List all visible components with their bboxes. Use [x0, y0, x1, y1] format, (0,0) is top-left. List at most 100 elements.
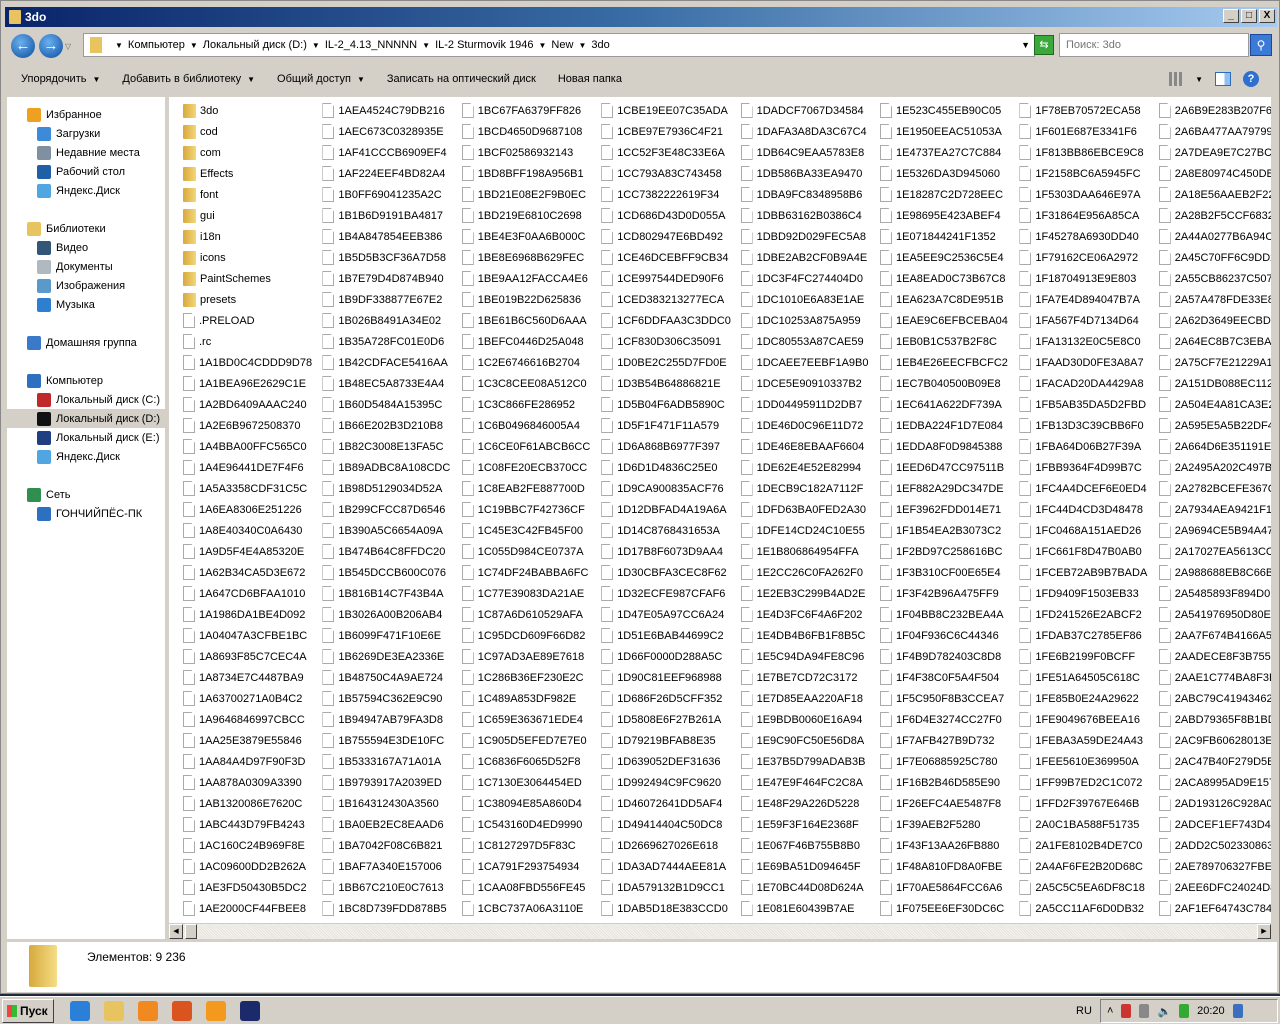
new-folder-button[interactable]: Новая папка: [558, 73, 622, 85]
folder-item[interactable]: 3do: [183, 101, 321, 120]
file-item[interactable]: 1B48EC5A8733E4A4: [322, 374, 460, 393]
breadcrumb-separator-icon[interactable]: ▼: [190, 41, 198, 50]
chevron-down-icon[interactable]: ▼: [1195, 75, 1203, 84]
file-item[interactable]: 1CBE19EE07C35ADA: [601, 101, 739, 120]
file-item[interactable]: 1B755594E3DE10FC: [322, 731, 460, 750]
file-item[interactable]: 2A7934AEA9421F1: [1158, 500, 1271, 519]
file-item[interactable]: 1D47E05A97CC6A24: [601, 605, 739, 624]
file-item[interactable]: 1F79162CE06A2972: [1019, 248, 1157, 267]
file-item[interactable]: 1C489A853DF982E: [461, 689, 600, 708]
file-item[interactable]: 1B5333167A71A01A: [322, 752, 460, 771]
file-item[interactable]: 1D30CBFA3CEC8F62: [601, 563, 739, 582]
file-item[interactable]: 1A1BD0C4CDDD9D78: [183, 353, 321, 372]
file-item[interactable]: 1C286B36EF230E2C: [461, 668, 600, 687]
file-item[interactable]: 1FBB9364F4D99B7C: [1019, 458, 1157, 477]
preview-pane-icon[interactable]: [1215, 72, 1231, 86]
file-item[interactable]: 1EED6D47CC97511B: [880, 458, 1018, 477]
file-item[interactable]: 1EA623A7C8DE951B: [880, 290, 1018, 309]
search-icon[interactable]: ⚲: [1250, 34, 1272, 56]
file-item[interactable]: 1D66F0000D288A5C: [601, 647, 739, 666]
folder-item[interactable]: PaintSchemes: [183, 269, 321, 288]
file-item[interactable]: 1B164312430A3560: [322, 794, 460, 813]
file-item[interactable]: 2A28B2F5CCF6832: [1158, 206, 1271, 225]
file-item[interactable]: 1FC44D4CD3D48478: [1019, 500, 1157, 519]
maximize-button[interactable]: □: [1241, 9, 1257, 23]
file-item[interactable]: 1BB67C210E0C7613: [322, 878, 460, 897]
file-item[interactable]: 1DBD92D029FEC5A8: [740, 227, 879, 246]
file-item[interactable]: 2A595E5A5B22DF4: [1158, 416, 1271, 435]
file-item[interactable]: 1E7BE7CD72C3172: [740, 668, 879, 687]
file-item[interactable]: 2A17027EA5613CC: [1158, 542, 1271, 561]
file-item[interactable]: 2A5C5C5EA6DF8C18: [1019, 878, 1157, 897]
file-item[interactable]: 1D14C8768431653A: [601, 521, 739, 540]
file-item[interactable]: 1E523C455EB90C05: [880, 101, 1018, 120]
file-item[interactable]: 1EA5EE9C2536C5E4: [880, 248, 1018, 267]
file-item[interactable]: 1C45E3C42FB45F00: [461, 521, 600, 540]
file-item[interactable]: 1FD241526E2ABCF2: [1019, 605, 1157, 624]
file-item[interactable]: 1EDBA224F1D7E084: [880, 416, 1018, 435]
sidebar-item[interactable]: Недавние места: [7, 143, 165, 162]
file-item[interactable]: 1A9646846997CBCC: [183, 710, 321, 729]
help-icon[interactable]: ?: [1243, 71, 1259, 87]
file-item[interactable]: 1B35A728FC01E0D6: [322, 332, 460, 351]
file-item[interactable]: 1DECB9C182A7112F: [740, 479, 879, 498]
file-item[interactable]: 1E1950EEAC51053A: [880, 122, 1018, 141]
file-item[interactable]: 1D0BE2C255D7FD0E: [601, 353, 739, 372]
file-item[interactable]: 1B1B6D9191BA4817: [322, 206, 460, 225]
file-item[interactable]: 1A8E40340C0A6430: [183, 521, 321, 540]
file-item[interactable]: 2A541976950D80E: [1158, 605, 1271, 624]
file-item[interactable]: 1A8693F85C7CEC4A: [183, 647, 321, 666]
search-input[interactable]: [1059, 33, 1249, 57]
file-item[interactable]: 2AADECE8F3B7552: [1158, 647, 1271, 666]
file-item[interactable]: 1CAA08FBD556FE45: [461, 878, 600, 897]
folder-item[interactable]: Effects: [183, 164, 321, 183]
file-item[interactable]: 1DADCF7067D34584: [740, 101, 879, 120]
file-item[interactable]: 1F3B310CF00E65E4: [880, 563, 1018, 582]
breadcrumb-item[interactable]: IL-2 Sturmovik 1946: [435, 39, 533, 51]
file-item[interactable]: 2A504E4A81CA3E2: [1158, 395, 1271, 414]
file-item[interactable]: 1B9DF338877E67E2: [322, 290, 460, 309]
file-item[interactable]: 1ABC443D79FB4243: [183, 815, 321, 834]
breadcrumb[interactable]: ▼ Компьютер ▼ Локальный диск (D:) ▼ IL-2_4.13…: [83, 33, 1035, 57]
file-item[interactable]: 1A2BD6409AAAC240: [183, 395, 321, 414]
file-item[interactable]: 1F04F936C6C44346: [880, 626, 1018, 645]
file-item[interactable]: .rc: [183, 332, 321, 351]
sidebar-item[interactable]: Документы: [7, 257, 165, 276]
file-item[interactable]: 2A44A0277B6A94C: [1158, 227, 1271, 246]
file-item[interactable]: 1D992494C9FC9620: [601, 773, 739, 792]
sidebar-item[interactable]: Избранное: [7, 105, 165, 124]
view-options-icon[interactable]: [1169, 72, 1184, 86]
file-item[interactable]: 1FE51A64505C618C: [1019, 668, 1157, 687]
file-item[interactable]: 1C6B0496846005A4: [461, 416, 600, 435]
file-item[interactable]: 1B60D5484A15395C: [322, 395, 460, 414]
file-item[interactable]: 1B48750C4A9AE724: [322, 668, 460, 687]
file-item[interactable]: 1F2BD97C258616BC: [880, 542, 1018, 561]
file-item[interactable]: 2A2495A202C497B: [1158, 458, 1271, 477]
file-item[interactable]: 1F5C950F8B3CCEA7: [880, 689, 1018, 708]
file-item[interactable]: 1BCD4650D9687108: [461, 122, 600, 141]
minimize-button[interactable]: _: [1223, 9, 1239, 23]
file-item[interactable]: 1F1B54EA2B3073C2: [880, 521, 1018, 540]
file-item[interactable]: 1FB5AB35DA5D2FBD: [1019, 395, 1157, 414]
file-item[interactable]: 1C87A6D610529AFA: [461, 605, 600, 624]
sidebar-item[interactable]: Локальный диск (C:): [7, 390, 165, 409]
file-item[interactable]: 1F18704913E9E803: [1019, 269, 1157, 288]
file-item[interactable]: 1FA13132E0C5E8C0: [1019, 332, 1157, 351]
file-item[interactable]: 1C38094E85A860D4: [461, 794, 600, 813]
file-item[interactable]: 1B545DCCB600C076: [322, 563, 460, 582]
file-item[interactable]: 1B82C3008E13FA5C: [322, 437, 460, 456]
file-item[interactable]: 1E1B806864954FFA: [740, 542, 879, 561]
folder-item[interactable]: cod: [183, 122, 321, 141]
file-item[interactable]: 1A1986DA1BE4D092: [183, 605, 321, 624]
file-item[interactable]: 1F3F42B96A475FF9: [880, 584, 1018, 603]
breadcrumb-separator-icon[interactable]: ▼: [422, 41, 430, 50]
file-item[interactable]: 1FBA64D06B27F39A: [1019, 437, 1157, 456]
file-item[interactable]: 2ACA8995AD9E157: [1158, 773, 1271, 792]
file-item[interactable]: 1FAAD30D0FE3A8A7: [1019, 353, 1157, 372]
breadcrumb-separator-icon[interactable]: ▼: [539, 41, 547, 50]
folder-item[interactable]: i18n: [183, 227, 321, 246]
file-item[interactable]: 1B299CFCC87D6546: [322, 500, 460, 519]
file-item[interactable]: 2A6B9E283B207F68: [1158, 101, 1271, 120]
file-item[interactable]: 1D9CA900835ACF76: [601, 479, 739, 498]
file-item[interactable]: 1F26EFC4AE5487F8: [880, 794, 1018, 813]
